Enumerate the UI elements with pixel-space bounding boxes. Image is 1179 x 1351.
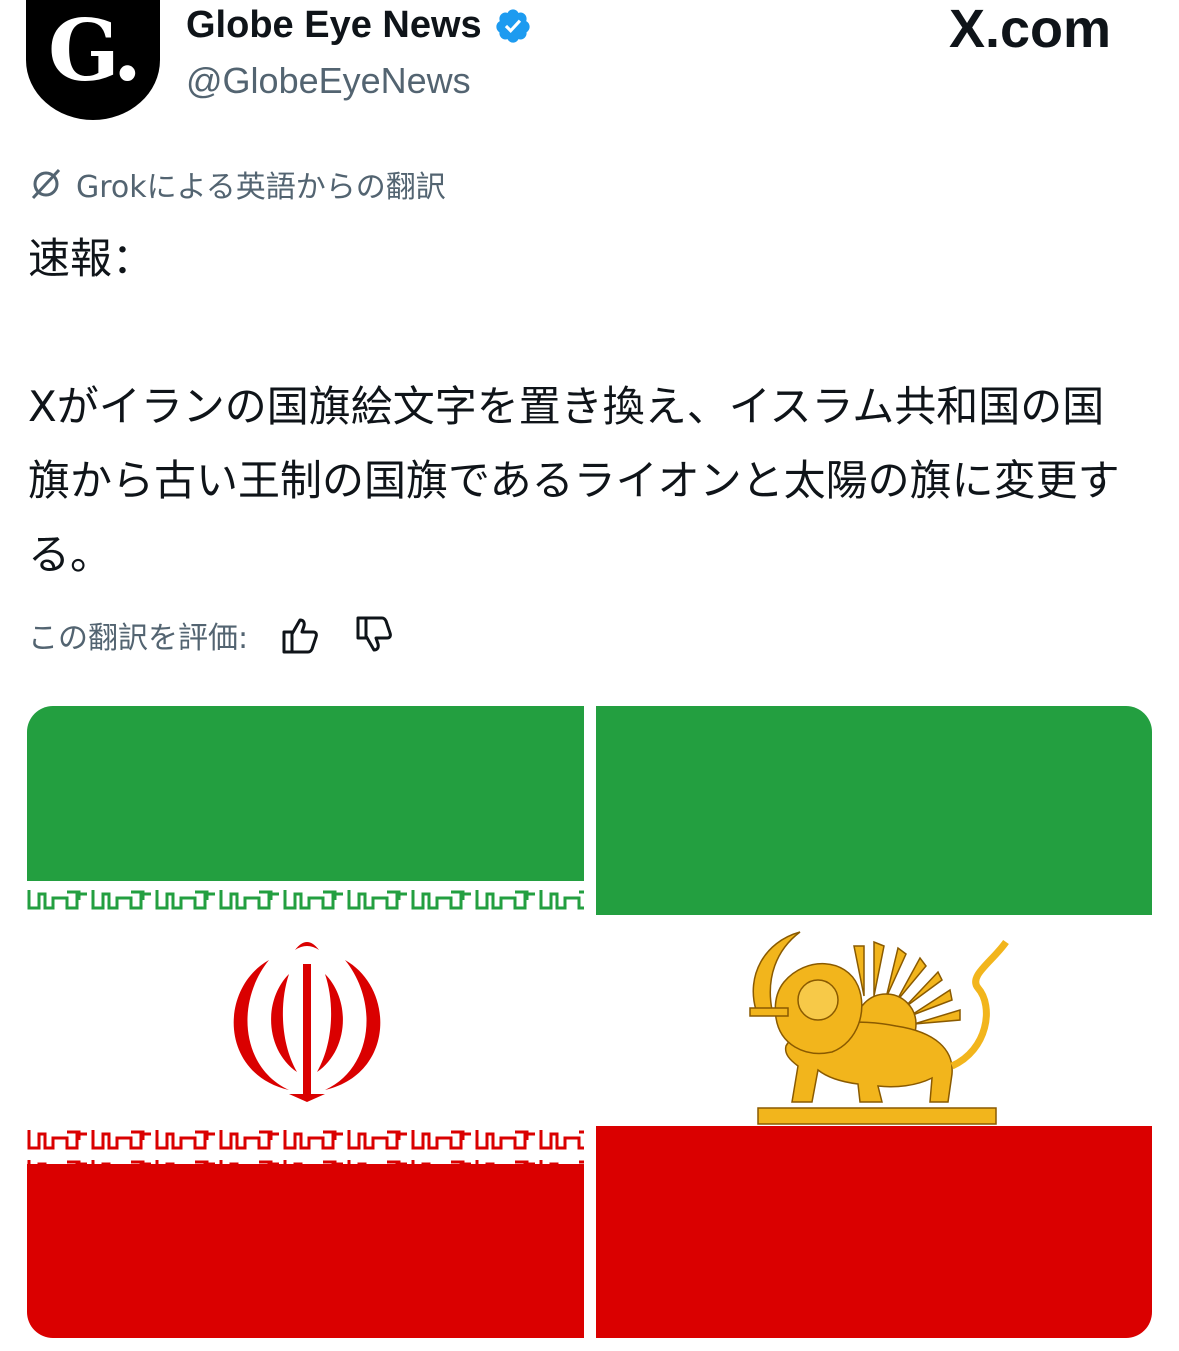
rate-translation-label: この翻訳を評価: — [28, 621, 249, 656]
post-body: 速報： Xがイランの国旗絵文字を置き換え、イスラム共和国の国旗から古い王制の国旗… — [28, 234, 1120, 579]
grok-icon — [31, 168, 61, 200]
translation-note: Grokによる英語からの翻訳 — [28, 162, 446, 206]
verified-badge-icon — [496, 8, 530, 43]
lion-and-sun-flag-image[interactable] — [596, 706, 1152, 1338]
islamic-republic-flag-image[interactable] — [27, 706, 584, 1338]
thumbs-up-icon[interactable] — [276, 612, 322, 658]
author-name-row[interactable]: Globe Eye News — [186, 4, 532, 47]
post-media[interactable] — [27, 706, 1152, 1338]
author-display-name[interactable]: Globe Eye News — [186, 4, 482, 47]
rate-translation: この翻訳を評価: — [28, 612, 396, 658]
avatar-letter: G. — [48, 1, 142, 100]
author-avatar[interactable]: G. — [26, 0, 160, 120]
x-com-watermark: X.com — [948, 0, 1111, 59]
thumbs-down-icon[interactable] — [350, 612, 396, 658]
author-handle[interactable]: @GlobeEyeNews — [186, 60, 471, 102]
translation-note-text: Grokによる英語からの翻訳 — [76, 170, 446, 205]
